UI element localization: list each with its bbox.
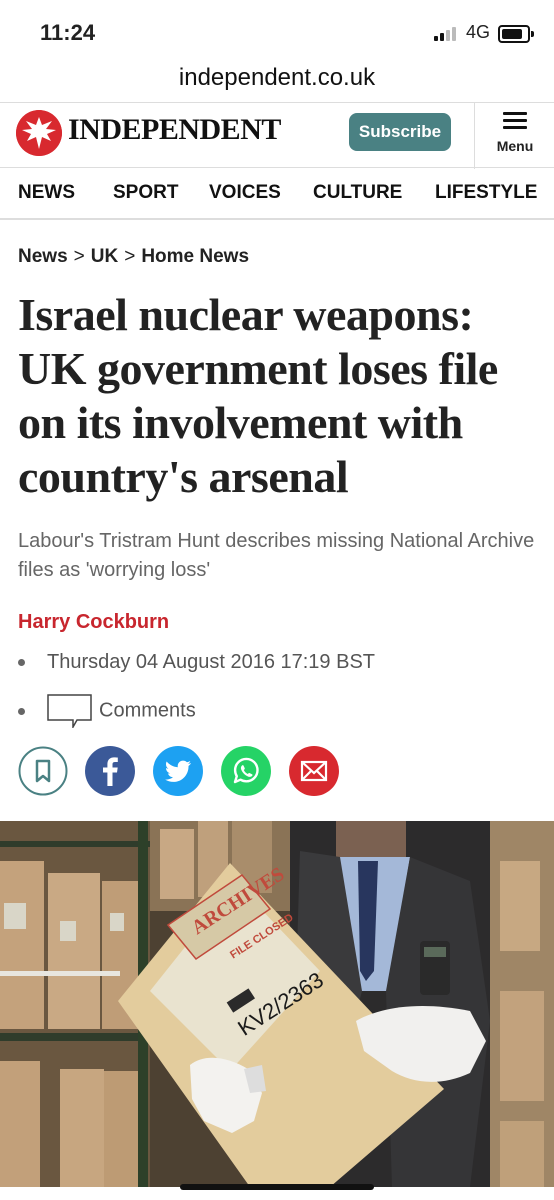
- menu-label: Menu: [496, 138, 534, 154]
- breadcrumb-separator: >: [124, 246, 136, 267]
- whatsapp-icon: [221, 746, 271, 796]
- network-type: 4G: [466, 22, 491, 42]
- whatsapp-share-button[interactable]: [221, 746, 271, 796]
- breadcrumb-uk[interactable]: UK: [91, 246, 118, 267]
- site-header: INDEPENDENT Subscribe Menu: [0, 102, 554, 169]
- breadcrumb-home-news[interactable]: Home News: [141, 246, 249, 267]
- nav-news[interactable]: NEWS: [18, 182, 75, 204]
- nav-lifestyle[interactable]: LIFESTYLE: [435, 182, 537, 204]
- clock: 11:24: [40, 20, 96, 45]
- facebook-share-button[interactable]: [85, 746, 135, 796]
- bullet-icon: [18, 707, 25, 715]
- bullet-icon: [18, 659, 25, 667]
- comment-icon: [47, 694, 92, 728]
- subscribe-button[interactable]: Subscribe: [349, 113, 451, 151]
- comments-row[interactable]: Comments: [18, 694, 196, 728]
- nav-voices[interactable]: VOICES: [209, 182, 281, 204]
- breadcrumb-news[interactable]: News: [18, 246, 68, 267]
- archive-photo: ARCHIVES FILE CLOSED KV2/2363: [0, 821, 554, 1187]
- article-standfirst: Labour's Tristram Hunt describes missing…: [18, 530, 535, 581]
- nav-culture[interactable]: CULTURE: [313, 182, 402, 204]
- divider: [474, 103, 475, 169]
- bookmark-button[interactable]: [18, 746, 68, 796]
- article-headline: Israel nuclear weapons: UK government lo…: [18, 289, 498, 502]
- nav-sport[interactable]: SPORT: [113, 182, 178, 204]
- bookmark-icon: [18, 746, 68, 796]
- breadcrumb: News > UK > Home News: [18, 246, 249, 268]
- section-nav: NEWS SPORT VOICES CULTURE LIFESTYLE: [0, 168, 554, 220]
- breadcrumb-separator: >: [73, 246, 85, 267]
- eagle-logo-icon[interactable]: [16, 110, 62, 156]
- twitter-icon: [153, 746, 203, 796]
- author-link[interactable]: Harry Cockburn: [18, 611, 169, 634]
- status-bar: 11:24 4G: [0, 0, 554, 58]
- comments-link[interactable]: Comments: [99, 699, 196, 721]
- menu-button[interactable]: Menu: [476, 103, 554, 169]
- article-date-row: Thursday 04 August 2016 17:19 BST: [18, 651, 375, 674]
- home-indicator[interactable]: [180, 1184, 374, 1190]
- signal-icon: [434, 27, 456, 41]
- email-icon: [289, 746, 339, 796]
- article-hero-image: ARCHIVES FILE CLOSED KV2/2363: [0, 821, 554, 1187]
- url-bar[interactable]: independent.co.uk: [0, 58, 554, 102]
- battery-icon: [498, 25, 534, 43]
- hamburger-icon: [503, 112, 527, 133]
- twitter-share-button[interactable]: [153, 746, 203, 796]
- site-logo[interactable]: INDEPENDENT: [68, 113, 281, 147]
- facebook-icon: [85, 746, 135, 796]
- article-date: Thursday 04 August 2016 17:19 BST: [47, 651, 375, 673]
- email-share-button[interactable]: [289, 746, 339, 796]
